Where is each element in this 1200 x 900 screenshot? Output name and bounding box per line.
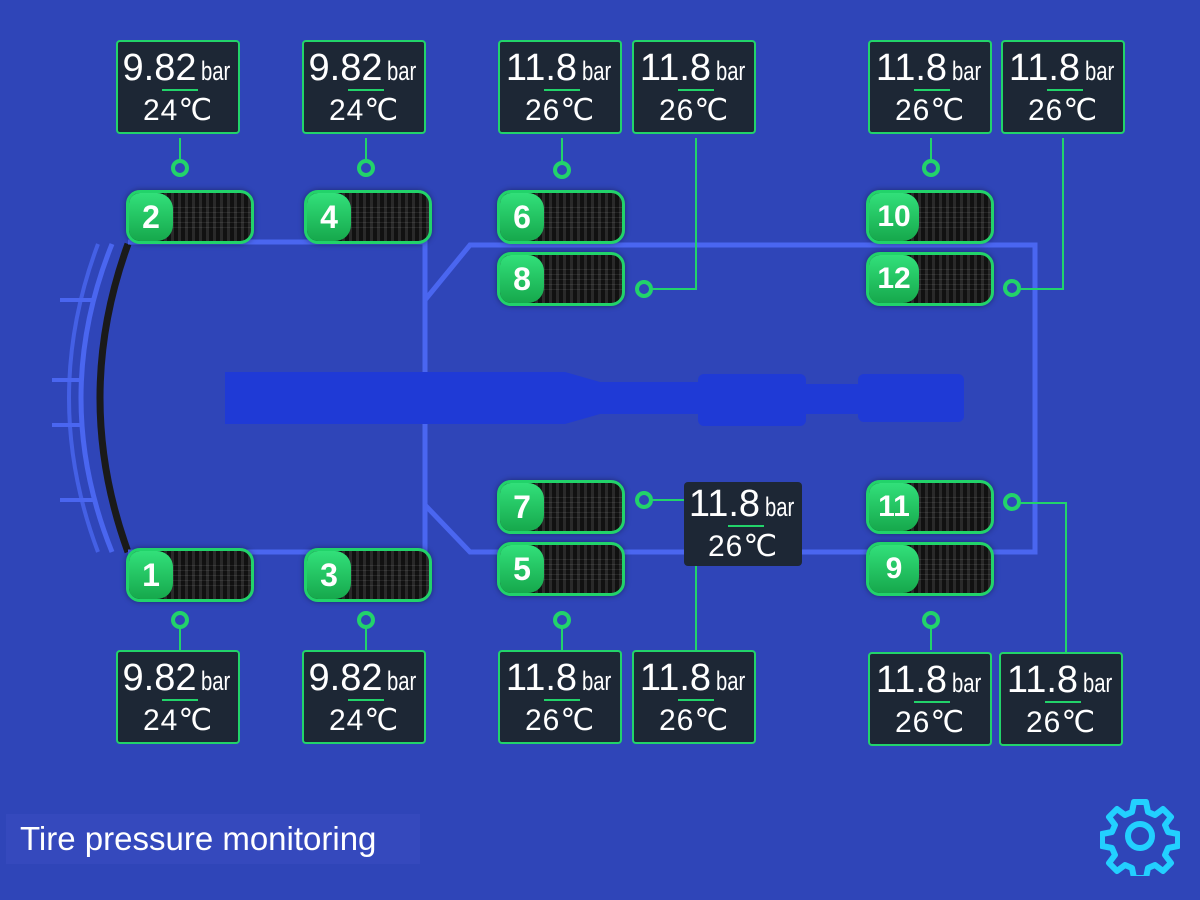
temperature-value: 24℃ [142, 704, 214, 737]
tire-number: 10 [869, 193, 919, 241]
temperature-value: 26℃ [658, 94, 730, 127]
readout-tire-6: 11.8 bar 26℃ [498, 40, 622, 134]
pressure-unit: bar [952, 56, 982, 86]
tire-number: 11 [869, 483, 919, 531]
temperature-value: 26℃ [894, 94, 966, 127]
pressure-value: 11.8 [505, 47, 578, 89]
tire-4[interactable]: 4 [304, 190, 432, 244]
pressure-unit: bar [201, 56, 231, 86]
pressure-unit: bar [201, 666, 231, 696]
readout-tire-7: 11.8 bar 26℃ [684, 482, 802, 566]
readout-tire-10: 11.8 bar 26℃ [868, 40, 992, 134]
tire-8[interactable]: 8 [497, 252, 625, 306]
temperature-value: 26℃ [524, 704, 596, 737]
pressure-value: 11.8 [505, 657, 578, 699]
page-title: Tire pressure monitoring [6, 814, 420, 864]
tire-number: 9 [869, 545, 919, 593]
tire-6[interactable]: 6 [497, 190, 625, 244]
tire-9[interactable]: 9 [866, 542, 994, 596]
tpms-screen: 2 4 6 8 10 12 1 3 7 5 11 9 9.82 bar 24℃ 9… [0, 0, 1200, 900]
pressure-value: 11.8 [639, 47, 712, 89]
readout-tire-1: 9.82 bar 24℃ [116, 650, 240, 744]
pressure-value: 11.8 [639, 657, 712, 699]
readout-tire-11: 11.8 bar 26℃ [999, 652, 1123, 746]
pressure-value: 9.82 [122, 657, 197, 699]
tire-2[interactable]: 2 [126, 190, 254, 244]
pressure-unit: bar [716, 56, 746, 86]
tire-number: 6 [500, 193, 544, 241]
readout-tire-9-inner: 11.8 bar 26℃ [632, 650, 756, 744]
tire-7[interactable]: 7 [497, 480, 625, 534]
readout-tire-12: 11.8 bar 26℃ [1001, 40, 1125, 134]
pressure-value: 11.8 [875, 659, 948, 701]
tire-3[interactable]: 3 [304, 548, 432, 602]
temperature-value: 26℃ [1025, 706, 1097, 739]
temperature-value: 26℃ [1027, 94, 1099, 127]
pressure-value: 11.8 [1006, 659, 1079, 701]
temperature-value: 26℃ [707, 530, 779, 563]
pressure-unit: bar [1083, 668, 1113, 698]
pressure-value: 9.82 [122, 47, 197, 89]
pressure-unit: bar [582, 56, 612, 86]
readout-tire-3: 9.82 bar 24℃ [302, 650, 426, 744]
temperature-value: 24℃ [328, 704, 400, 737]
pressure-value: 11.8 [875, 47, 948, 89]
pressure-unit: bar [716, 666, 746, 696]
settings-button[interactable] [1099, 796, 1181, 881]
tire-number: 5 [500, 545, 544, 593]
temperature-value: 24℃ [142, 94, 214, 127]
pressure-value: 9.82 [308, 47, 383, 89]
tire-5[interactable]: 5 [497, 542, 625, 596]
readout-tire-4: 9.82 bar 24℃ [302, 40, 426, 134]
readout-tire-9: 11.8 bar 26℃ [868, 652, 992, 746]
temperature-value: 24℃ [328, 94, 400, 127]
tire-number: 8 [500, 255, 544, 303]
pressure-unit: bar [952, 668, 982, 698]
gear-icon [1099, 799, 1181, 881]
tire-12[interactable]: 12 [866, 252, 994, 306]
pressure-value: 11.8 [1008, 47, 1081, 89]
pressure-unit: bar [1085, 56, 1115, 86]
readout-tire-2: 9.82 bar 24℃ [116, 40, 240, 134]
tire-number: 1 [129, 551, 173, 599]
temperature-value: 26℃ [894, 706, 966, 739]
tire-number: 4 [307, 193, 351, 241]
tire-number: 12 [869, 255, 919, 303]
tire-1[interactable]: 1 [126, 548, 254, 602]
temperature-value: 26℃ [658, 704, 730, 737]
pressure-unit: bar [387, 56, 417, 86]
pressure-value: 9.82 [308, 657, 383, 699]
pressure-unit: bar [582, 666, 612, 696]
readout-tire-8: 11.8 bar 26℃ [632, 40, 756, 134]
readout-tire-5: 11.8 bar 26℃ [498, 650, 622, 744]
pressure-unit: bar [765, 492, 795, 522]
tire-10[interactable]: 10 [866, 190, 994, 244]
pressure-unit: bar [387, 666, 417, 696]
tire-number: 7 [500, 483, 544, 531]
tire-number: 3 [307, 551, 351, 599]
temperature-value: 26℃ [524, 94, 596, 127]
tire-number: 2 [129, 193, 173, 241]
tire-11[interactable]: 11 [866, 480, 994, 534]
pressure-value: 11.8 [688, 483, 761, 525]
vehicle-chassis-diagram [52, 138, 1067, 652]
